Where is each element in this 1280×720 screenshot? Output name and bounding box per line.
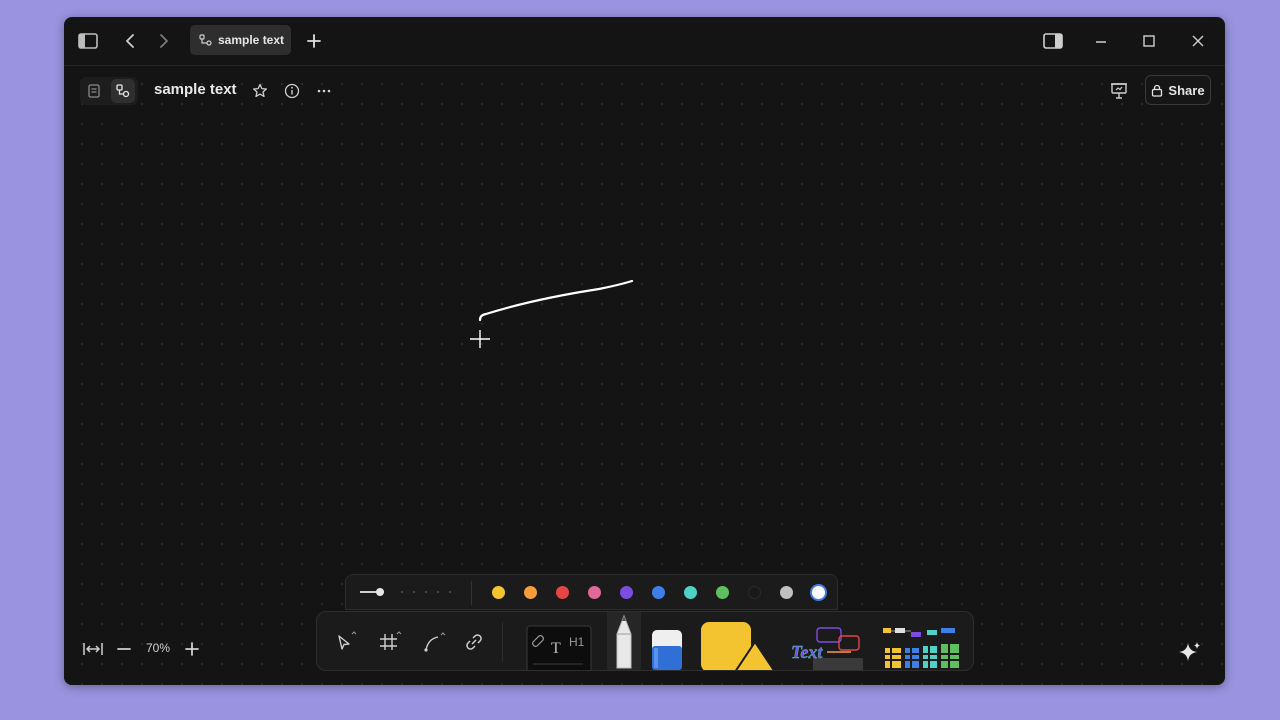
more-templates-tool[interactable]: [877, 624, 963, 670]
edgeless-mode-icon[interactable]: [111, 79, 135, 103]
new-tab-plus-icon[interactable]: [302, 29, 326, 53]
toolbar-divider: [502, 622, 503, 662]
color-swatch-blue[interactable]: [652, 586, 665, 599]
color-swatch-red[interactable]: [556, 586, 569, 599]
svg-text:H1: H1: [569, 635, 585, 649]
palette-divider: [471, 581, 472, 605]
frame-tool[interactable]: [375, 628, 405, 656]
color-swatch-orange[interactable]: [524, 586, 537, 599]
tab-title: sample text: [218, 33, 285, 47]
edgeless-doc-icon: [199, 34, 212, 46]
stroke-width-slider[interactable]: [356, 584, 456, 600]
zoom-level[interactable]: 70%: [146, 641, 170, 655]
color-swatch-teal[interactable]: [684, 586, 697, 599]
text-template-tool[interactable]: Text: [787, 622, 867, 670]
back-arrow-icon[interactable]: [118, 29, 142, 53]
pen-color-palette: [345, 574, 838, 610]
mode-switch: [80, 77, 138, 105]
doc-title[interactable]: sample text: [154, 81, 237, 98]
pen-tool[interactable]: [607, 612, 641, 670]
app-window: sample text sample text Share T H1 Text …: [64, 17, 1225, 685]
close-icon[interactable]: [1186, 29, 1210, 53]
color-swatch-yellow[interactable]: [492, 586, 505, 599]
more-dots-icon[interactable]: [312, 79, 336, 103]
color-swatch-black[interactable]: [748, 586, 761, 599]
maximize-icon[interactable]: [1137, 29, 1161, 53]
minimize-icon[interactable]: [1089, 29, 1113, 53]
svg-text:Text: Text: [791, 642, 823, 662]
edgeless-toolbar: T H1 Text: [316, 611, 974, 671]
presentation-icon[interactable]: [1106, 78, 1132, 104]
shape-tool[interactable]: [695, 620, 777, 670]
svg-text:T: T: [551, 640, 561, 657]
color-swatch-pink[interactable]: [588, 586, 601, 599]
zoom-out-icon[interactable]: [112, 637, 136, 661]
title-bar: sample text: [64, 17, 1225, 66]
color-swatch-grey[interactable]: [780, 586, 793, 599]
link-tool[interactable]: [459, 628, 489, 656]
page-mode-icon[interactable]: [82, 79, 106, 103]
forward-arrow-icon[interactable]: [152, 29, 176, 53]
split-view-icon[interactable]: [1041, 29, 1065, 53]
color-swatch-white-selected[interactable]: [810, 584, 827, 601]
lock-icon: [1151, 84, 1163, 97]
info-icon[interactable]: [280, 79, 304, 103]
fit-to-screen-icon[interactable]: [80, 637, 106, 661]
star-icon[interactable]: [248, 79, 272, 103]
share-button[interactable]: Share: [1145, 75, 1211, 105]
note-tool[interactable]: T H1: [523, 620, 593, 670]
zoom-controls: 70%: [80, 637, 210, 661]
share-label: Share: [1168, 82, 1205, 98]
sidebar-toggle-icon[interactable]: [76, 29, 100, 53]
select-tool[interactable]: [331, 628, 361, 656]
connector-tool[interactable]: [419, 628, 449, 656]
tab-sample-text[interactable]: sample text: [190, 25, 291, 55]
ai-assistant-button[interactable]: [1168, 635, 1212, 669]
color-swatch-purple[interactable]: [620, 586, 633, 599]
eraser-tool[interactable]: [649, 626, 685, 670]
zoom-in-icon[interactable]: [180, 637, 204, 661]
sparkle-icon: [1178, 640, 1202, 664]
color-swatch-green[interactable]: [716, 586, 729, 599]
